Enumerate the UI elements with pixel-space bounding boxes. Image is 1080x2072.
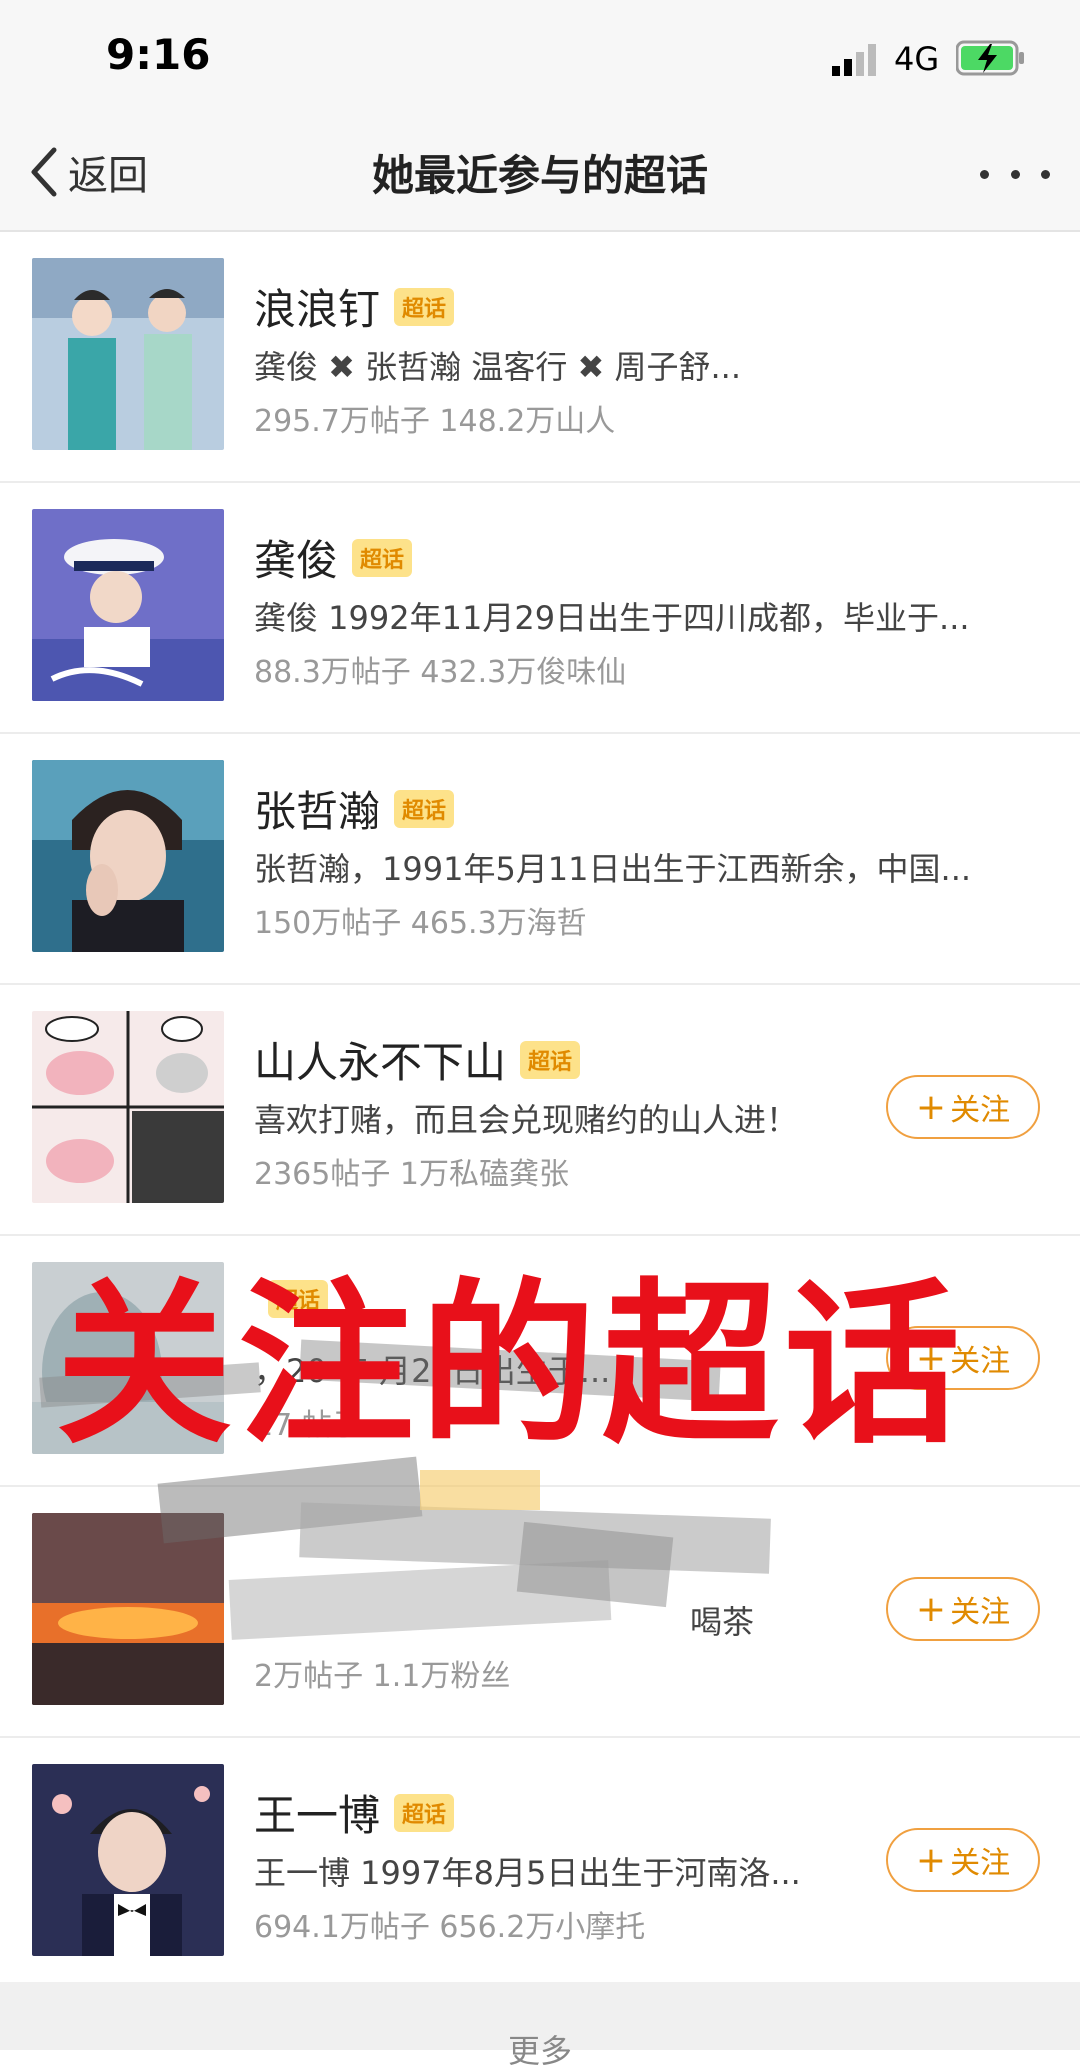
topic-description: 张哲瀚，1991年5月11日出生于江西新余，中国... (254, 850, 972, 888)
topic-stats: 88.3万帖子 432.3万俊味仙 (254, 655, 627, 690)
navigation-bar: 返回 她最近参与的超话 (0, 116, 1080, 232)
topic-title: 山人永不下山 (254, 1038, 507, 1087)
more-options-button[interactable] (980, 156, 1050, 192)
list-item[interactable]: 王一博 超话 王一博 1997年8月5日出生于河南洛... 694.1万帖子 6… (0, 1738, 1080, 1989)
topic-stats: 150万帖子 465.3万海哲 (254, 906, 587, 941)
topic-description: 王一博 1997年8月5日出生于河南洛... (254, 1854, 801, 1892)
overlay-caption: 关注的超话 (56, 1263, 967, 1468)
super-topic-badge: 超话 (394, 1793, 455, 1832)
follow-button[interactable]: + 关注 (886, 1577, 1040, 1641)
more-dot-icon (980, 169, 989, 179)
plus-icon: + (915, 1839, 947, 1881)
follow-label: 关注 (950, 1846, 1011, 1881)
load-more-bar[interactable]: 更多 (0, 1982, 1080, 2070)
follow-button[interactable]: + 关注 (886, 1075, 1040, 1139)
signal-icon (832, 44, 876, 76)
topic-stats: 694.1万帖子 656.2万小摩托 (254, 1910, 646, 1945)
more-label: 更多 (507, 2032, 572, 2070)
topic-title: 浪浪钉 (254, 285, 381, 334)
topic-stats: 2365帖子 1万私磕龚张 (254, 1157, 569, 1192)
super-topic-badge: 超话 (352, 538, 413, 577)
topic-thumbnail (32, 509, 224, 701)
topic-thumbnail (32, 1513, 224, 1705)
list-item[interactable]: 龚俊 超话 龚俊 1992年11月29日出生于四川成都，毕业于... 88.3万… (0, 483, 1080, 734)
topic-title: 龚俊 (254, 536, 339, 585)
status-time: 9:16 (106, 30, 211, 79)
topic-title: 张哲瀚 (254, 787, 381, 836)
status-bar: 9:16 4G (0, 0, 1080, 116)
topic-thumbnail (32, 258, 224, 450)
topic-list: 浪浪钉 超话 龚俊 ✖ 张哲瀚 温客行 ✖ 周子舒... 295.7万帖子 14… (0, 232, 1080, 1989)
topic-stats: 2万帖子 1.1万粉丝 (254, 1659, 511, 1694)
topic-description: 龚俊 ✖ 张哲瀚 温客行 ✖ 周子舒... (254, 348, 742, 386)
topic-description: 龚俊 1992年11月29日出生于四川成都，毕业于... (254, 599, 970, 637)
page-title: 她最近参与的超话 (371, 151, 708, 200)
list-item[interactable]: 喝茶 2万帖子 1.1万粉丝 + 关注 (0, 1487, 1080, 1738)
super-topic-badge: 超话 (520, 1040, 581, 1079)
topic-thumbnail (32, 1764, 224, 1956)
topic-title: 王一博 (254, 1791, 381, 1840)
topic-stats: 295.7万帖子 148.2万山人 (254, 404, 616, 439)
more-dot-icon (1041, 169, 1050, 179)
super-topic-badge: 超话 (394, 789, 455, 828)
follow-button[interactable]: + 关注 (886, 1828, 1040, 1892)
list-item[interactable]: 张哲瀚 超话 张哲瀚，1991年5月11日出生于江西新余，中国... 150万帖… (0, 734, 1080, 985)
plus-icon: + (915, 1086, 947, 1128)
topic-thumbnail (32, 760, 224, 952)
topic-description: 喜欢打赌，而且会兑现赌约的山人进！ (254, 1101, 799, 1139)
plus-icon: + (915, 1588, 947, 1630)
more-dot-icon (1010, 169, 1020, 179)
topic-description: 喝茶 (690, 1603, 755, 1641)
follow-label: 关注 (950, 1595, 1011, 1630)
list-item[interactable]: 浪浪钉 超话 龚俊 ✖ 张哲瀚 温客行 ✖ 周子舒... 295.7万帖子 14… (0, 232, 1080, 483)
follow-label: 关注 (950, 1093, 1011, 1128)
list-item[interactable]: 山人永不下山 超话 喜欢打赌，而且会兑现赌约的山人进！ 2365帖子 1万私磕龚… (0, 985, 1080, 1236)
super-topic-badge: 超话 (394, 287, 455, 326)
network-label: 4G (894, 40, 940, 78)
topic-thumbnail (32, 1011, 224, 1203)
battery-charging-icon (956, 40, 1024, 76)
